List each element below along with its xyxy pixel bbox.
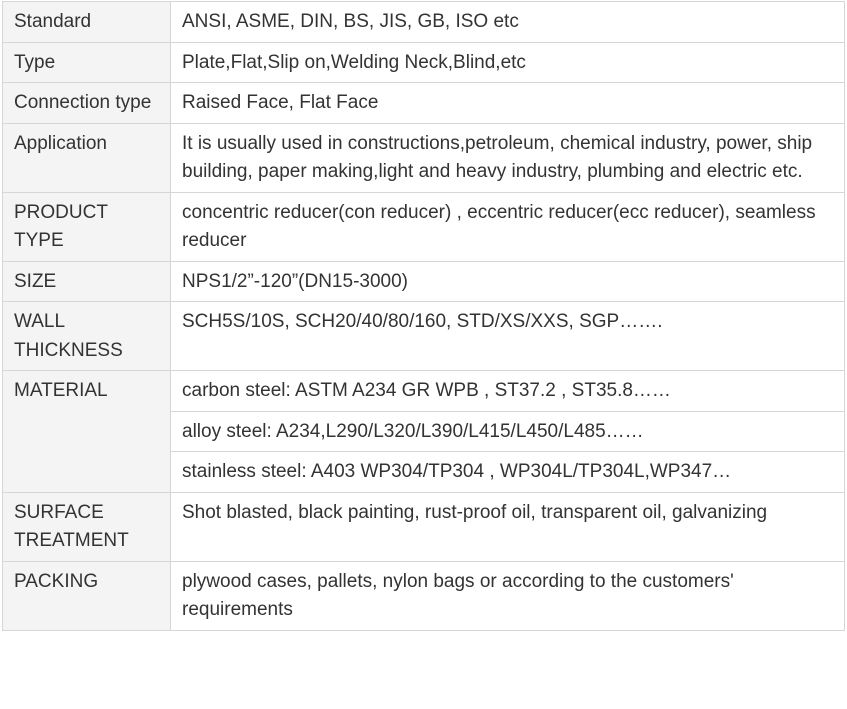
table-row-product-type: PRODUCT TYPE concentric reducer(con redu… bbox=[2, 191, 845, 262]
row-label: WALL THICKNESS bbox=[2, 301, 171, 371]
table-row-size: SIZE NPS1/2”-120”(DN15-3000) bbox=[2, 260, 845, 302]
row-value: Shot blasted, black painting, rust-proof… bbox=[170, 491, 845, 562]
table-row-material: MATERIAL carbon steel: ASTM A234 GR WPB … bbox=[2, 370, 845, 493]
row-label: PRODUCT TYPE bbox=[2, 191, 171, 262]
row-label: Connection type bbox=[2, 82, 171, 124]
table-row-type: Type Plate,Flat,Slip on,Welding Neck,Bli… bbox=[2, 41, 845, 83]
row-value: Plate,Flat,Slip on,Welding Neck,Blind,et… bbox=[170, 41, 845, 83]
row-value: carbon steel: ASTM A234 GR WPB , ST37.2 … bbox=[170, 370, 845, 412]
row-label: PACKING bbox=[2, 560, 171, 631]
row-label: SIZE bbox=[2, 260, 171, 302]
table-row-standard: Standard ANSI, ASME, DIN, BS, JIS, GB, I… bbox=[2, 1, 845, 43]
row-value: concentric reducer(con reducer) , eccent… bbox=[170, 191, 845, 262]
row-value: plywood cases, pallets, nylon bags or ac… bbox=[170, 560, 845, 631]
row-label: Application bbox=[2, 122, 171, 193]
specification-table: Standard ANSI, ASME, DIN, BS, JIS, GB, I… bbox=[2, 1, 845, 631]
row-value: stainless steel: A403 WP304/TP304 , WP30… bbox=[170, 451, 845, 493]
row-label: SURFACE TREATMENT bbox=[2, 491, 171, 562]
row-value: ANSI, ASME, DIN, BS, JIS, GB, ISO etc bbox=[170, 1, 845, 43]
row-label: Standard bbox=[2, 1, 171, 43]
table-row-connection-type: Connection type Raised Face, Flat Face bbox=[2, 82, 845, 124]
table-row-packing: PACKING plywood cases, pallets, nylon ba… bbox=[2, 560, 845, 631]
table-row-surface-treatment: SURFACE TREATMENT Shot blasted, black pa… bbox=[2, 491, 845, 562]
row-value: alloy steel: A234,L290/L320/L390/L415/L4… bbox=[170, 410, 845, 452]
row-value: Raised Face, Flat Face bbox=[170, 82, 845, 124]
row-value: SCH5S/10S, SCH20/40/80/160, STD/XS/XXS, … bbox=[170, 301, 845, 371]
row-value: NPS1/2”-120”(DN15-3000) bbox=[170, 260, 845, 302]
table-row-wall-thickness: WALL THICKNESS SCH5S/10S, SCH20/40/80/16… bbox=[2, 301, 845, 371]
row-label: Type bbox=[2, 41, 171, 83]
table-row-application: Application It is usually used in constr… bbox=[2, 122, 845, 193]
row-value: It is usually used in constructions,petr… bbox=[170, 122, 845, 193]
row-label: MATERIAL bbox=[2, 370, 171, 493]
